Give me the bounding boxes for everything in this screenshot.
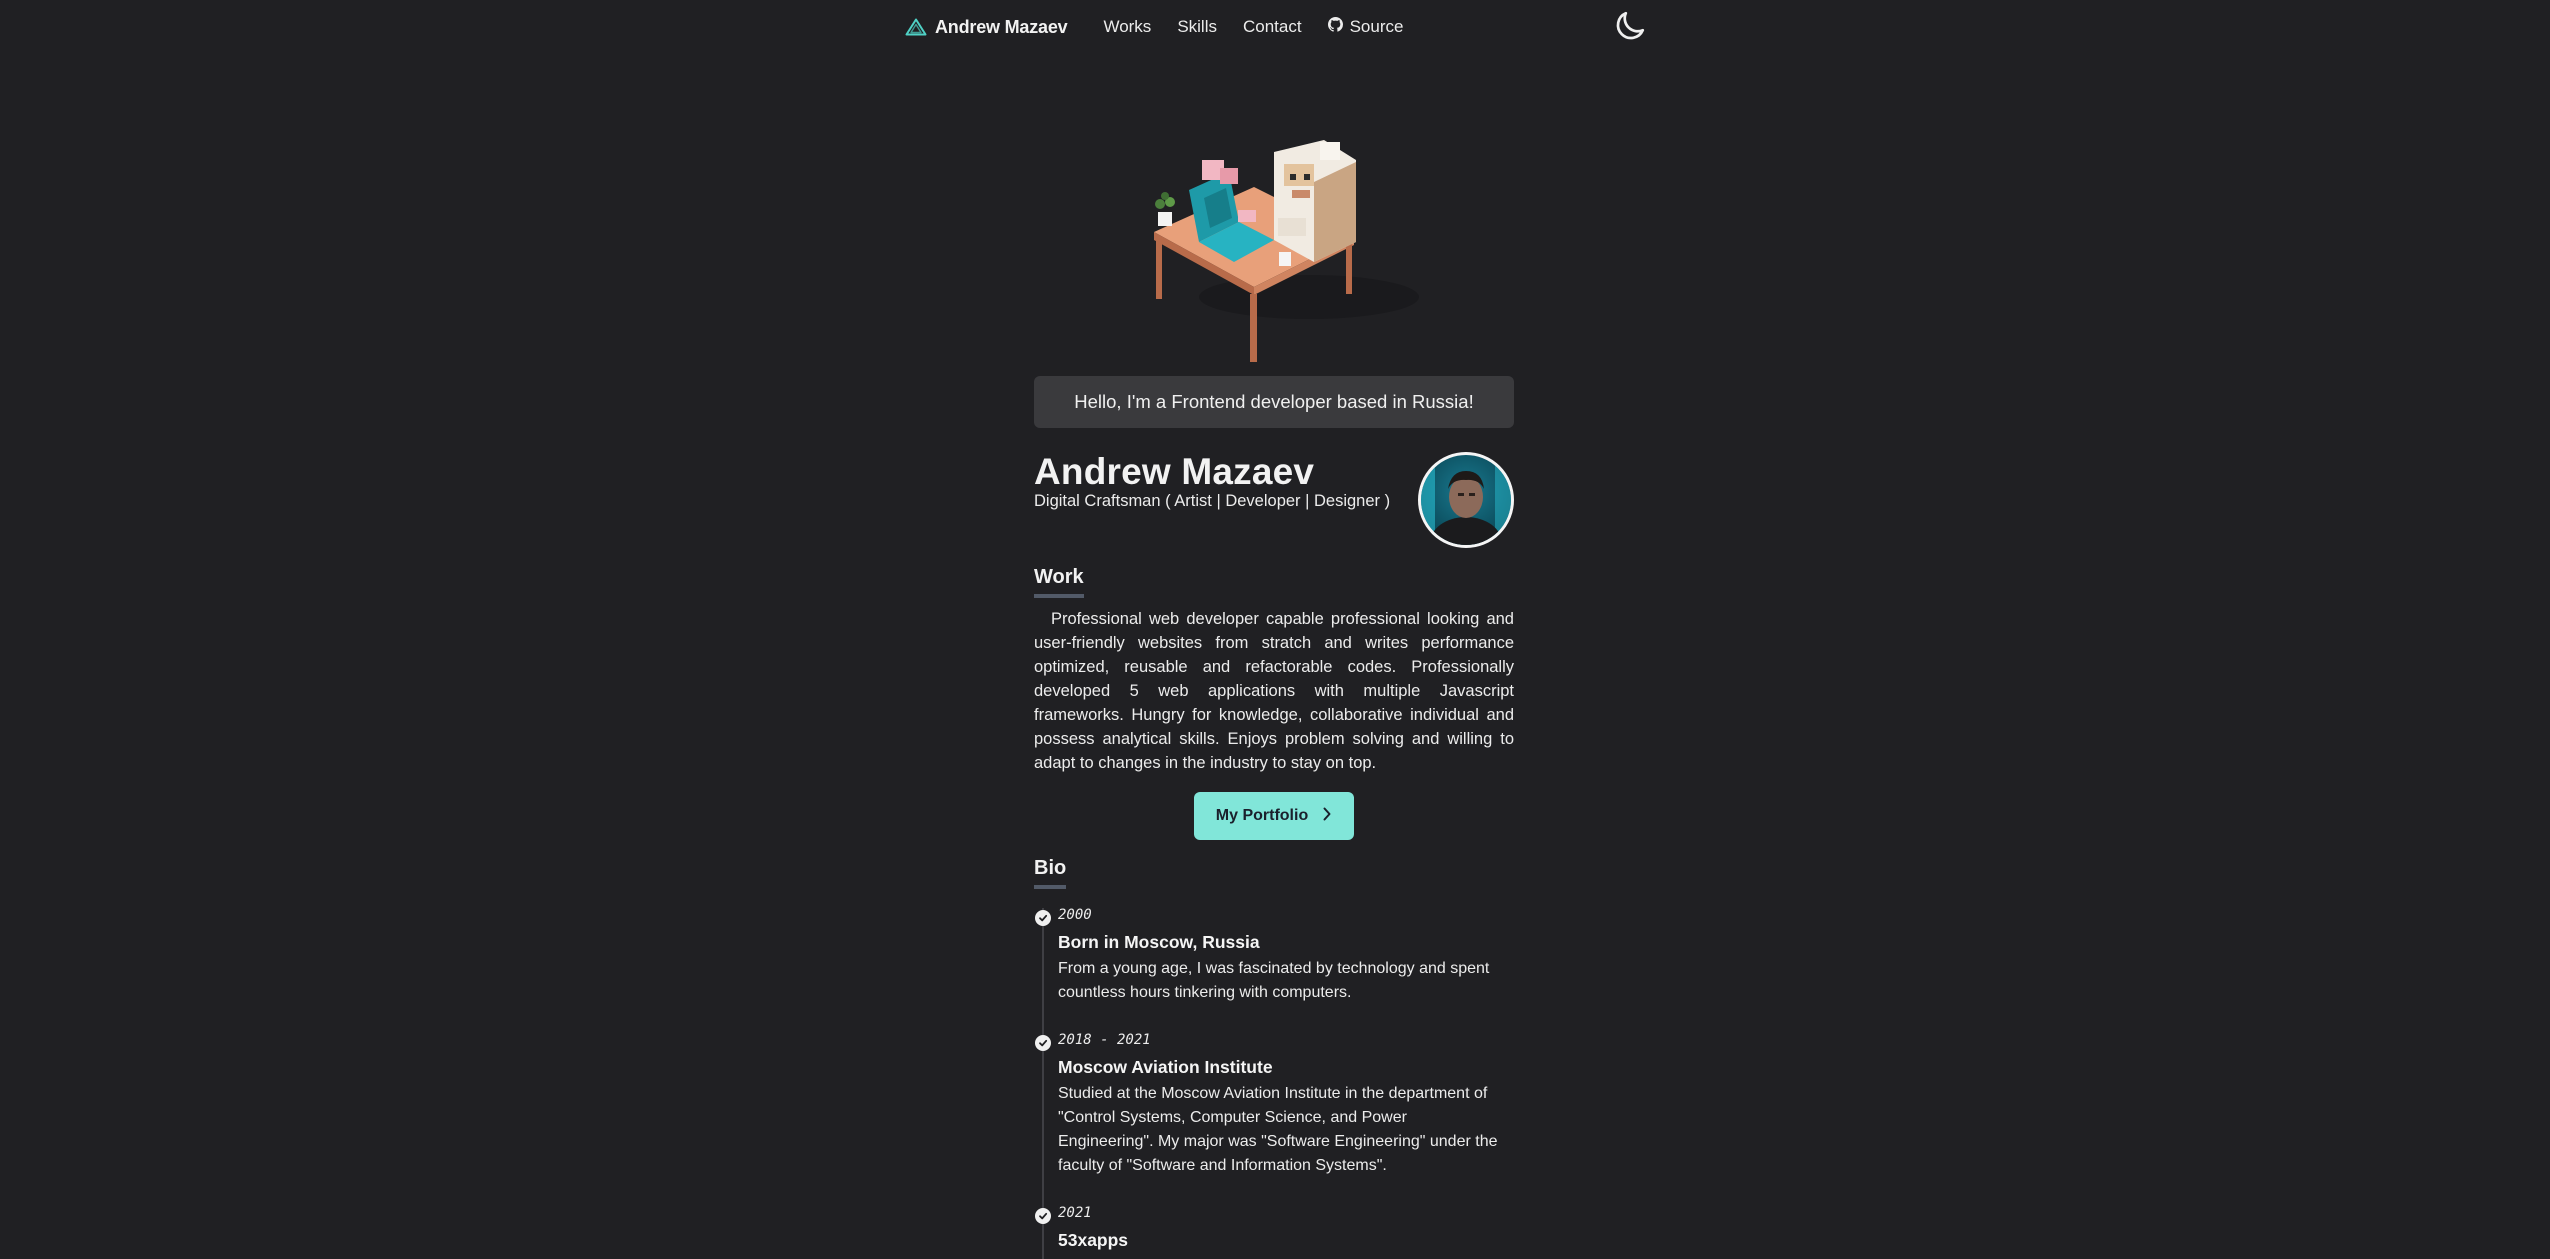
work-description: Professional web developer capable profe… xyxy=(1034,610,1514,772)
work-section-title: Work xyxy=(1034,566,1084,598)
voxel-illustration xyxy=(1134,122,1434,372)
timeline-date: 2021 xyxy=(1058,1205,1092,1221)
theme-toggle-button[interactable] xyxy=(1610,8,1650,48)
nav-link-source[interactable]: Source xyxy=(1327,17,1404,37)
portfolio-button-label: My Portfolio xyxy=(1215,807,1309,824)
profile-name: Andrew Mazaev xyxy=(1034,451,1315,492)
timeline-description: Studied at the Moscow Aviation Institute… xyxy=(1058,1085,1498,1174)
timeline-heading: Born in Moscow, Russia xyxy=(1058,932,1260,952)
nav-link-contact[interactable]: Contact xyxy=(1243,17,1302,37)
greeting-banner: Hello, I'm a Frontend developer based in… xyxy=(1034,376,1514,428)
timeline-date: 2018 - 2021 xyxy=(1058,1032,1151,1048)
profile-role: Digital Craftsman ( Artist | Developer |… xyxy=(1034,492,1391,510)
nav-link-skills[interactable]: Skills xyxy=(1177,17,1217,37)
github-icon xyxy=(1327,17,1343,37)
brand-name: Andrew Mazaev xyxy=(935,16,1068,37)
avatar xyxy=(1418,452,1514,548)
check-circle-icon xyxy=(1035,1208,1051,1224)
profile-header: Andrew Mazaev Digital Craftsman ( Artist… xyxy=(1034,450,1514,550)
check-circle-icon xyxy=(1035,910,1051,926)
greeting-text: Hello, I'm a Frontend developer based in… xyxy=(1074,391,1474,412)
chevron-right-icon xyxy=(1322,807,1332,826)
source-label: Source xyxy=(1349,17,1404,36)
timeline-line xyxy=(1042,908,1044,1259)
nav-links: Works Skills Contact Source xyxy=(1103,17,1403,37)
check-circle-icon xyxy=(1035,1035,1051,1051)
brand-link[interactable]: Andrew Mazaev xyxy=(905,16,1068,38)
nav-link-works[interactable]: Works xyxy=(1103,17,1151,37)
nav-bar: Andrew Mazaev Works Skills Contact Sourc… xyxy=(905,0,1403,54)
my-portfolio-button[interactable]: My Portfolio xyxy=(1194,792,1354,840)
triangle-logo-icon xyxy=(905,18,927,36)
timeline-description: From a young age, I was fascinated by te… xyxy=(1058,960,1490,1001)
moon-icon xyxy=(1612,8,1648,49)
timeline-heading: 53xapps xyxy=(1058,1230,1129,1250)
top-navigation: Andrew Mazaev Works Skills Contact Sourc… xyxy=(0,0,2550,54)
bio-section-title: Bio xyxy=(1034,857,1067,889)
timeline-heading: Moscow Aviation Institute xyxy=(1058,1057,1273,1077)
timeline-date: 2000 xyxy=(1058,907,1092,923)
